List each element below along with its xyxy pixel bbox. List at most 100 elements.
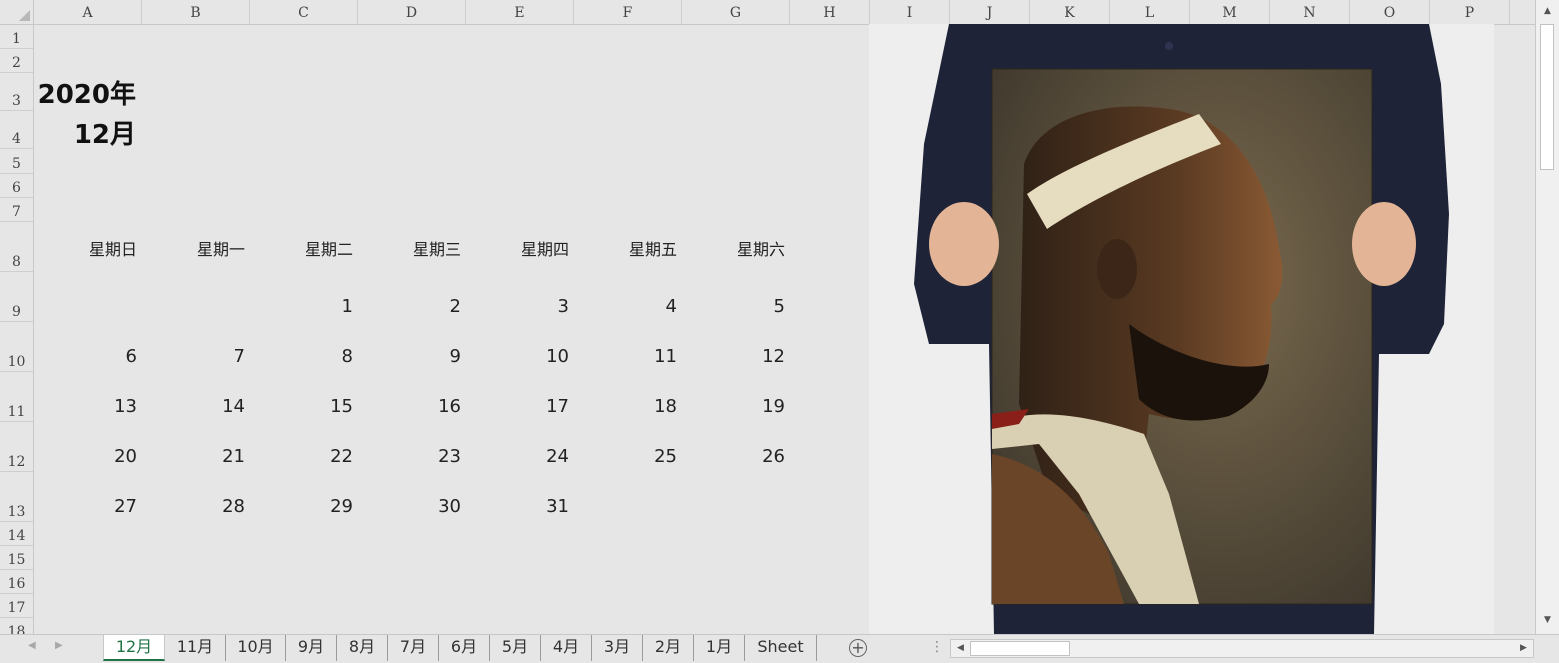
row-header-2[interactable]: 2 [0,49,33,73]
row-header-17[interactable]: 17 [0,594,33,618]
calendar-day-cell[interactable]: 18 [569,396,677,417]
tab-12月[interactable]: 12月 [103,635,165,661]
tab-1月[interactable]: 1月 [694,635,745,661]
row-header-10[interactable]: 10 [0,322,33,372]
calendar-day-cell[interactable]: 21 [137,446,245,467]
scroll-up-icon[interactable]: ▲ [1539,3,1556,20]
scroll-left-icon[interactable]: ◀ [952,640,969,657]
column-header-l[interactable]: L [1110,0,1190,24]
tab-5月[interactable]: 5月 [490,635,541,661]
calendar-day-cell[interactable]: 26 [677,446,785,467]
calendar-day-cell[interactable]: 14 [137,396,245,417]
tab-3月[interactable]: 3月 [592,635,643,661]
calendar-day-cell[interactable]: 10 [461,346,569,367]
column-header-m[interactable]: M [1190,0,1270,24]
calendar-day-cell[interactable]: 4 [569,296,677,317]
row-header: 1 2 3 4 5 6 7 8 9 10 11 12 13 14 15 16 1… [0,24,34,634]
horizontal-scrollbar[interactable]: ◀ ▶ [950,639,1534,658]
column-header-k[interactable]: K [1030,0,1110,24]
tab-prev-icon[interactable]: ◀ [28,640,36,651]
tab-2月[interactable]: 2月 [643,635,694,661]
select-all-corner[interactable] [0,0,34,24]
calendar-day-cell[interactable]: 9 [353,346,461,367]
calendar-day-cell[interactable]: 25 [569,446,677,467]
sheet-tab-bar: ◀ ▶ 12月 11月 10月 9月 8月 7月 6月 5月 4月 3月 2月 … [0,634,1559,663]
tab-sheet[interactable]: Sheet [745,635,817,661]
tab-4月[interactable]: 4月 [541,635,592,661]
tab-7月[interactable]: 7月 [388,635,439,661]
row-header-3[interactable]: 3 [0,73,33,111]
column-header-a[interactable]: A [34,0,142,24]
calendar-day-cell[interactable]: 20 [34,446,137,467]
row-header-13[interactable]: 13 [0,472,33,522]
calendar-day-cell[interactable]: 3 [461,296,569,317]
scroll-right-icon[interactable]: ▶ [1515,640,1532,657]
column-header-b[interactable]: B [142,0,250,24]
row-header-12[interactable]: 12 [0,422,33,472]
tab-8月[interactable]: 8月 [337,635,388,661]
column-header-c[interactable]: C [250,0,358,24]
row-header-4[interactable]: 4 [0,111,33,149]
calendar-day-cell[interactable]: 27 [34,496,137,517]
row-header-5[interactable]: 5 [0,149,33,174]
calendar-day-cell[interactable]: 22 [245,446,353,467]
tab-11月[interactable]: 11月 [165,635,226,661]
calendar-day-cell[interactable]: 7 [137,346,245,367]
poster-illustration [869,24,1494,634]
calendar-day-cell[interactable]: 30 [353,496,461,517]
weekday-header: 星期四 [520,240,569,259]
column-header-j[interactable]: J [950,0,1030,24]
weekday-header: 星期六 [736,240,785,259]
column-header-d[interactable]: D [358,0,466,24]
row-header-8[interactable]: 8 [0,222,33,272]
row-header-1[interactable]: 1 [0,24,33,49]
tab-9月[interactable]: 9月 [286,635,337,661]
scroll-down-icon[interactable]: ▼ [1539,612,1556,629]
calendar-day-cell[interactable]: 17 [461,396,569,417]
calendar-day-cell[interactable]: 23 [353,446,461,467]
row-header-9[interactable]: 9 [0,272,33,322]
calendar-day-cell[interactable]: 12 [677,346,785,367]
splitter-handle-icon[interactable]: ⋮ [930,639,944,655]
calendar-day-cell[interactable]: 19 [677,396,785,417]
row-header-6[interactable]: 6 [0,174,33,198]
calendar-day-cell[interactable]: 13 [34,396,137,417]
column-header-f[interactable]: F [574,0,682,24]
calendar-day-cell[interactable]: 8 [245,346,353,367]
row-header-11[interactable]: 11 [0,372,33,422]
calendar-day-cell[interactable]: 16 [353,396,461,417]
tab-10月[interactable]: 10月 [226,635,286,661]
calendar-year: 2020年 [37,80,136,110]
vertical-scroll-thumb[interactable] [1540,24,1554,170]
weekday-header: 星期五 [628,240,677,259]
vertical-scrollbar[interactable]: ▲ ▼ [1535,0,1559,634]
calendar-day-cell[interactable]: 28 [137,496,245,517]
calendar-day-cell[interactable]: 29 [245,496,353,517]
add-sheet-icon[interactable]: + [849,639,867,657]
calendar-day-cell[interactable]: 31 [461,496,569,517]
row-header-14[interactable]: 14 [0,522,33,546]
calendar-day-cell[interactable]: 15 [245,396,353,417]
column-header-n[interactable]: N [1270,0,1350,24]
column-header-i[interactable]: I [870,0,950,24]
row-header-7[interactable]: 7 [0,198,33,222]
weekday-header: 星期日 [88,240,137,259]
tab-next-icon[interactable]: ▶ [55,640,63,651]
column-header-p[interactable]: P [1430,0,1510,24]
row-header-16[interactable]: 16 [0,570,33,594]
calendar-day-cell[interactable]: 2 [353,296,461,317]
calendar-day-cell[interactable]: 24 [461,446,569,467]
calendar-day-cell[interactable]: 6 [34,346,137,367]
embedded-poster-picture[interactable] [869,24,1494,634]
calendar-day-cell[interactable]: 5 [677,296,785,317]
row-header-18[interactable]: 18 [0,618,33,634]
column-header-e[interactable]: E [466,0,574,24]
column-header-h[interactable]: H [790,0,870,24]
calendar-day-cell[interactable]: 11 [569,346,677,367]
column-header-o[interactable]: O [1350,0,1430,24]
row-header-15[interactable]: 15 [0,546,33,570]
horizontal-scroll-thumb[interactable] [970,641,1070,656]
calendar-day-cell[interactable]: 1 [245,296,353,317]
tab-6月[interactable]: 6月 [439,635,490,661]
column-header-g[interactable]: G [682,0,790,24]
